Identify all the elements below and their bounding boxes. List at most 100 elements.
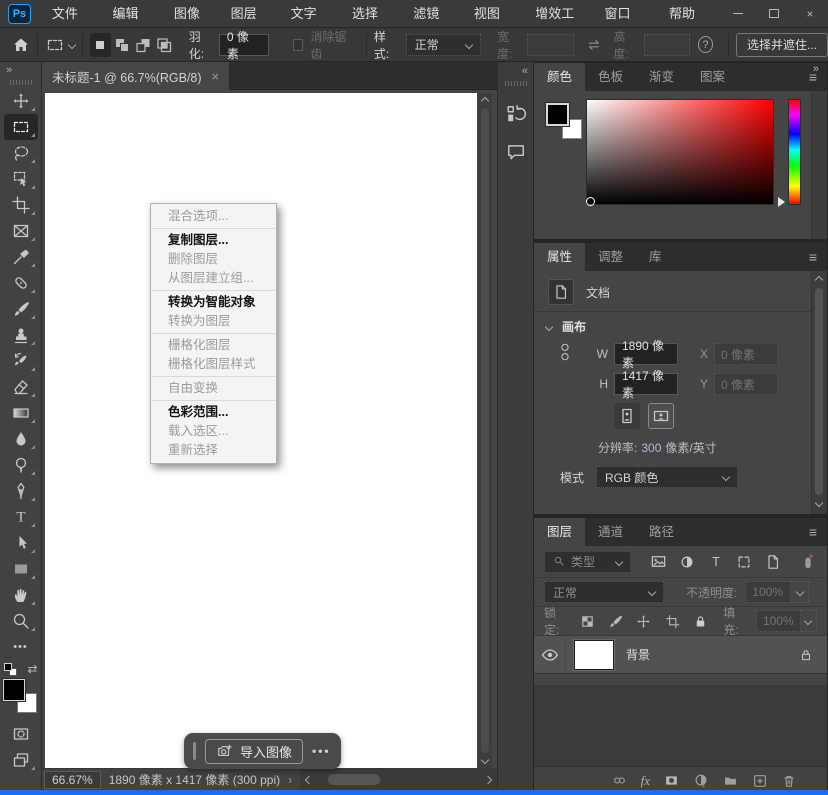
menu-item-rasterize-layer-style[interactable]: 栅格化图层样式 — [151, 355, 276, 374]
filter-adjustment-layers-icon[interactable] — [678, 554, 697, 570]
tab-color[interactable]: 颜色 — [534, 63, 585, 91]
tab-paths[interactable]: 路径 — [636, 518, 687, 546]
path-selection-tool[interactable] — [4, 530, 38, 556]
menu-item-convert-to-layers[interactable]: 转换为图层 — [151, 312, 276, 331]
menu-item-group-from-layers[interactable]: 从图层建立组... — [151, 269, 276, 288]
menu-item-duplicate-layer[interactable]: 复制图层... — [151, 231, 276, 250]
healing-brush-tool[interactable] — [4, 270, 38, 296]
vertical-scroll-thumb[interactable] — [481, 108, 489, 753]
close-button[interactable]: × — [792, 0, 828, 28]
scroll-left-icon[interactable] — [305, 775, 313, 783]
filter-shape-layers-icon[interactable] — [735, 554, 754, 570]
blend-mode-select[interactable]: 正常 — [544, 581, 664, 603]
tab-libraries[interactable]: 库 — [636, 243, 675, 271]
scroll-up-icon[interactable] — [481, 97, 489, 105]
menu-item-delete-layer[interactable]: 删除图层 — [151, 250, 276, 269]
taskbar-drag-handle[interactable] — [193, 742, 196, 760]
import-image-button[interactable]: 导入图像 — [205, 739, 303, 764]
home-button[interactable] — [12, 36, 30, 54]
landscape-orientation-button[interactable] — [648, 403, 674, 429]
menu-select[interactable]: 选择(S) — [341, 0, 402, 28]
new-selection-button[interactable] — [90, 33, 111, 57]
swap-dimensions-icon[interactable] — [586, 38, 602, 52]
menu-layer[interactable]: 图层(L) — [220, 0, 280, 28]
height-input[interactable] — [644, 34, 690, 56]
brush-tool[interactable] — [4, 296, 38, 322]
new-adjustment-layer-icon[interactable] — [693, 773, 709, 789]
layer-row-background[interactable]: 背景 — [534, 636, 827, 674]
fill-input[interactable]: 100% — [756, 610, 801, 632]
menu-item-free-transform[interactable]: 自由变换 — [151, 379, 276, 398]
eraser-tool[interactable] — [4, 374, 38, 400]
tab-properties[interactable]: 属性 — [534, 243, 585, 271]
scroll-up-icon[interactable] — [815, 276, 823, 284]
comments-panel-button[interactable] — [502, 139, 530, 165]
tab-swatches[interactable]: 色板 — [585, 63, 636, 91]
layer-filter-select[interactable]: 类型 — [544, 551, 631, 573]
lock-pixels-icon[interactable] — [607, 614, 625, 629]
rectangle-shape-tool[interactable] — [4, 556, 38, 582]
frame-tool[interactable] — [4, 218, 38, 244]
version-history-panel-button[interactable] — [502, 101, 530, 127]
canvas-y-input[interactable]: 0 像素 — [714, 373, 778, 395]
layer-lock-icon[interactable] — [799, 648, 813, 662]
panel-menu-icon[interactable]: ≡ — [809, 524, 817, 540]
zoom-tool[interactable] — [4, 608, 38, 634]
filter-smart-objects-icon[interactable] — [764, 554, 783, 570]
select-and-mask-button[interactable]: 选择并遮住... — [736, 33, 828, 57]
horizontal-scroll-thumb[interactable] — [328, 774, 380, 785]
menu-plugins[interactable]: 增效工具 — [524, 0, 593, 28]
hue-slider-arrow[interactable] — [778, 197, 785, 207]
swap-colors-icon[interactable]: ⇄ — [27, 662, 37, 676]
color-field-marker[interactable] — [586, 197, 595, 206]
canvas-x-input[interactable]: 0 像素 — [714, 343, 778, 365]
tab-channels[interactable]: 通道 — [585, 518, 636, 546]
menu-type[interactable]: 文字(Y) — [280, 0, 341, 28]
hand-tool[interactable] — [4, 582, 38, 608]
canvas-width-input[interactable]: 1890 像素 — [614, 343, 678, 365]
scroll-down-icon[interactable] — [815, 499, 823, 507]
tab-layers[interactable]: 图层 — [534, 518, 585, 546]
menu-item-reselect[interactable]: 重新选择 — [151, 441, 276, 460]
quick-mask-button[interactable] — [4, 721, 38, 747]
type-tool[interactable]: T — [4, 504, 38, 530]
fill-dropdown[interactable] — [801, 610, 817, 632]
panel-menu-icon[interactable]: ≡ — [809, 249, 817, 265]
opacity-input[interactable]: 100% — [745, 581, 791, 603]
foreground-background-swatches[interactable] — [3, 679, 39, 715]
filter-pixel-layers-icon[interactable] — [649, 553, 668, 570]
canvas-height-input[interactable]: 1417 像素 — [614, 373, 678, 395]
expand-dock-icon[interactable]: « — [522, 65, 527, 77]
add-selection-button[interactable] — [111, 33, 132, 57]
collapse-panel-icon[interactable]: » — [813, 63, 819, 75]
foreground-color-swatch[interactable] — [546, 103, 569, 126]
panel-color-swatches[interactable] — [546, 103, 582, 139]
new-group-icon[interactable] — [722, 773, 739, 788]
menu-window[interactable]: 窗口(W) — [593, 0, 658, 28]
saturation-brightness-field[interactable] — [586, 99, 774, 205]
antialias-checkbox[interactable] — [293, 39, 304, 51]
properties-scrollbar[interactable] — [813, 277, 825, 506]
menu-image[interactable]: 图像(I) — [163, 0, 220, 28]
scroll-down-icon[interactable] — [481, 756, 489, 764]
zoom-level-field[interactable]: 66.67% — [44, 771, 101, 789]
new-layer-icon[interactable] — [752, 773, 768, 789]
portrait-orientation-button[interactable] — [614, 403, 640, 429]
crop-tool[interactable] — [4, 192, 38, 218]
color-mode-select[interactable]: RGB 颜色 — [596, 466, 738, 488]
screen-mode-button[interactable] — [4, 747, 38, 773]
menu-file[interactable]: 文件(F) — [41, 0, 102, 28]
feather-input[interactable]: 0 像素 — [219, 34, 269, 56]
layer-filter-toggle[interactable] — [798, 553, 817, 571]
gradient-tool[interactable] — [4, 400, 38, 426]
menu-filter[interactable]: 滤镜(T) — [402, 0, 463, 28]
object-selection-tool[interactable] — [4, 166, 38, 192]
tool-preset-picker[interactable] — [45, 36, 75, 54]
rectangular-marquee-tool[interactable] — [4, 114, 38, 140]
menu-view[interactable]: 视图(V) — [463, 0, 524, 28]
tab-close-icon[interactable]: × — [212, 69, 220, 84]
tab-gradients[interactable]: 渐变 — [636, 63, 687, 91]
constrain-link-icon[interactable] — [558, 339, 572, 365]
dock-grip[interactable] — [505, 81, 527, 86]
dodge-tool[interactable] — [4, 452, 38, 478]
